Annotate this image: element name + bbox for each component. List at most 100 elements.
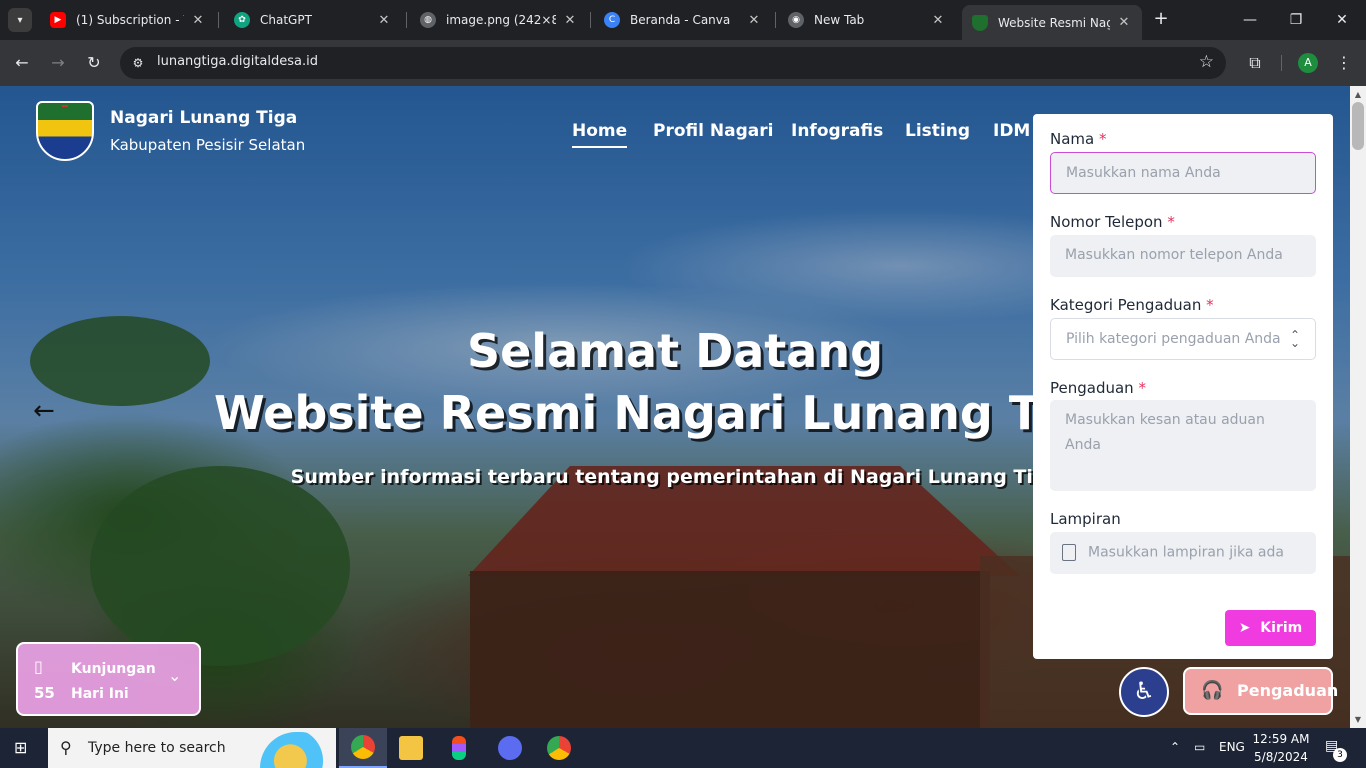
tab-title: Beranda - Canva (630, 13, 731, 27)
notification-badge: 3 (1333, 748, 1347, 762)
carousel-prev-arrow-icon[interactable]: ← (33, 396, 55, 426)
complaint-textarea[interactable]: Masukkan kesan atau aduan Anda (1050, 400, 1316, 491)
language-indicator[interactable]: ENG (1219, 740, 1245, 754)
battery-icon[interactable]: ▭ (1194, 740, 1205, 754)
nav-listing[interactable]: Listing (905, 121, 970, 141)
toolbar-divider (1281, 55, 1282, 71)
restore-icon[interactable]: ❐ (1284, 8, 1308, 32)
category-placeholder: Pilih kategori pengaduan Anda (1066, 331, 1281, 347)
pengaduan-button[interactable]: 🎧 Pengaduan (1183, 667, 1338, 715)
browser-tab-strip: ▾ ▶ (1) Subscription - You ✕ ✿ ChatGPT ✕… (0, 0, 1366, 40)
taskbar-search-placeholder: Type here to search (88, 740, 226, 756)
profile-avatar[interactable]: A (1298, 53, 1318, 73)
submit-label: Kirim (1260, 620, 1303, 636)
visitor-label: Kunjungan Hari Ini (71, 661, 156, 702)
page-viewport: Nagari Lunang Tiga Kabupaten Pesisir Sel… (0, 86, 1350, 728)
phone-input[interactable]: Masukkan nomor telepon Anda (1050, 235, 1316, 277)
tab-chatgpt[interactable]: ✿ ChatGPT ✕ (224, 5, 402, 35)
complaint-placeholder: Masukkan kesan atau aduan Anda (1065, 412, 1265, 453)
canva-icon: C (604, 12, 620, 28)
taskbar-search[interactable]: ⚲ Type here to search (48, 728, 336, 768)
tab-divider (775, 12, 776, 28)
bookmark-star-icon[interactable]: ☆ (1199, 52, 1214, 72)
app-badge-icon (498, 736, 522, 760)
scroll-thumb[interactable] (1352, 102, 1364, 150)
submit-button[interactable]: ➤ Kirim (1225, 610, 1316, 646)
globe-icon: ◍ (420, 12, 436, 28)
menu-kebab-icon[interactable]: ⋮ (1334, 51, 1354, 75)
nav-infografis[interactable]: Infografis (791, 121, 883, 141)
chrome-icon (351, 735, 375, 759)
back-arrow-icon[interactable]: ← (10, 51, 34, 75)
close-icon[interactable]: ✕ (746, 13, 762, 28)
reload-icon[interactable]: ↻ (82, 51, 106, 75)
extensions-puzzle-icon[interactable]: ⧉ (1243, 51, 1267, 75)
close-icon[interactable]: ✕ (1116, 15, 1132, 30)
scroll-up-arrow-icon[interactable]: ▲ (1353, 90, 1363, 99)
tab-image[interactable]: ◍ image.png (242×852) ✕ (410, 5, 588, 35)
taskbar-figma[interactable] (435, 728, 483, 768)
attachment-input[interactable]: Masukkan lampiran jika ada (1050, 532, 1316, 574)
send-icon: ➤ (1238, 620, 1251, 636)
category-label-text: Kategori Pengaduan (1050, 296, 1202, 314)
visitor-counter-widget[interactable]: ▯ 55 Kunjungan Hari Ini ⌄ (16, 642, 201, 716)
forward-arrow-icon[interactable]: → (46, 51, 70, 75)
nav-home[interactable]: Home (572, 121, 628, 148)
category-label: Kategori Pengaduan * (1050, 296, 1214, 314)
phone-placeholder: Masukkan nomor telepon Anda (1065, 247, 1283, 263)
youtube-icon: ▶ (50, 12, 66, 28)
tab-search-chevron-icon[interactable]: ▾ (8, 8, 32, 32)
address-bar[interactable]: ⚙ lunangtiga.digitaldesa.id ☆ (120, 47, 1226, 79)
tab-canva[interactable]: C Beranda - Canva ✕ (594, 5, 772, 35)
site-settings-icon[interactable]: ⚙ (128, 53, 148, 73)
site-name[interactable]: Nagari Lunang Tiga (110, 108, 297, 128)
site-logo[interactable] (36, 101, 94, 161)
logo-band (62, 105, 68, 107)
close-icon[interactable]: ✕ (376, 13, 392, 28)
tab-divider (218, 12, 219, 28)
window-close-icon[interactable]: ✕ (1330, 8, 1354, 32)
close-icon[interactable]: ✕ (930, 13, 946, 28)
url-text[interactable]: lunangtiga.digitaldesa.id (157, 54, 318, 69)
site-subtitle: Kabupaten Pesisir Selatan (110, 136, 306, 154)
taskbar-chrome-a[interactable] (339, 728, 387, 768)
windows-start-icon[interactable]: ⊞ (14, 738, 34, 758)
taskbar-file-explorer[interactable] (387, 728, 435, 768)
clock-date: 5/8/2024 (1254, 750, 1308, 764)
name-placeholder: Masukkan nama Anda (1066, 165, 1221, 181)
chevron-down-icon[interactable]: ⌄ (168, 666, 181, 685)
clock-time: 12:59 AM (1252, 732, 1310, 746)
tab-new-tab[interactable]: ◉ New Tab ✕ (778, 5, 956, 35)
search-highlight-art (260, 732, 336, 768)
scroll-down-arrow-icon[interactable]: ▼ (1353, 715, 1363, 724)
close-icon[interactable]: ✕ (562, 13, 578, 28)
minimize-icon[interactable]: — (1238, 8, 1262, 32)
page-scrollbar[interactable]: ▲ ▼ (1350, 86, 1366, 728)
phone-label-text: Nomor Telepon (1050, 213, 1163, 231)
required-mark: * (1167, 213, 1175, 231)
pengaduan-label: Pengaduan (1237, 681, 1339, 700)
nav-idm[interactable]: IDM (993, 121, 1030, 141)
taskbar-app-notifications[interactable] (486, 728, 534, 768)
tab-youtube[interactable]: ▶ (1) Subscription - You ✕ (40, 5, 216, 35)
required-mark: * (1099, 130, 1107, 148)
tab-website-resmi[interactable]: Website Resmi Nagar ✕ (962, 5, 1142, 40)
visitor-count: 55 (34, 684, 55, 702)
tab-divider (406, 12, 407, 28)
category-select[interactable]: Pilih kategori pengaduan Anda ⌃ ⌄ (1050, 318, 1316, 360)
complaint-label-text: Pengaduan (1050, 379, 1134, 397)
taskbar-clock[interactable]: 12:59 AM 5/8/2024 (1246, 730, 1316, 766)
windows-taskbar: ⊞ ⚲ Type here to search ⌃ ▭ ENG 12:59 AM… (0, 728, 1366, 768)
phone-label: Nomor Telepon * (1050, 213, 1175, 231)
accessibility-icon[interactable]: ♿ (1119, 667, 1169, 717)
nav-profil-nagari[interactable]: Profil Nagari (653, 121, 773, 141)
tab-title: (1) Subscription - You (76, 13, 184, 27)
name-input[interactable]: Masukkan nama Anda (1050, 152, 1316, 194)
tray-chevron-up-icon[interactable]: ⌃ (1170, 740, 1180, 754)
required-mark: * (1138, 379, 1146, 397)
chrome-icon: ◉ (788, 12, 804, 28)
close-icon[interactable]: ✕ (190, 13, 206, 28)
new-tab-plus-icon[interactable]: + (1150, 8, 1172, 30)
tab-title: New Tab (814, 13, 865, 27)
taskbar-chrome-b[interactable] (535, 728, 583, 768)
